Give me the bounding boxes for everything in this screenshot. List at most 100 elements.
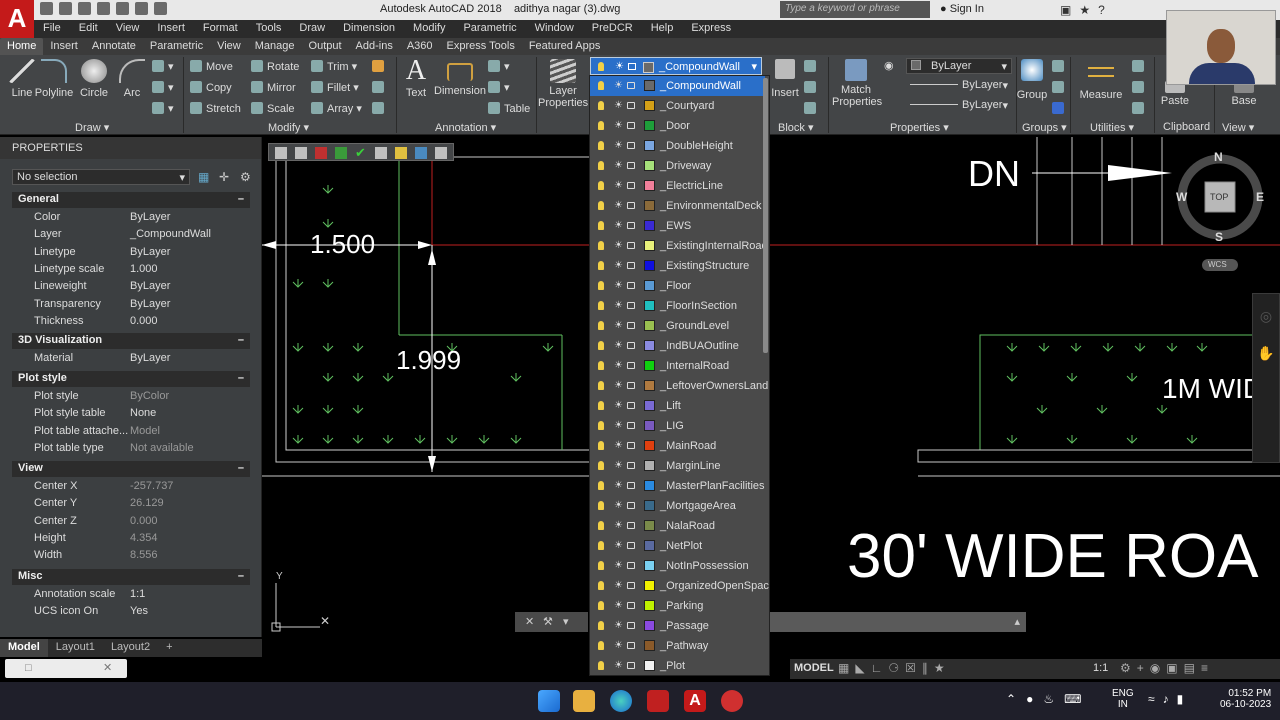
mirror-button[interactable]: Mirror bbox=[251, 81, 296, 94]
battery-icon[interactable]: ▮ bbox=[1177, 692, 1192, 706]
bulb-icon[interactable] bbox=[598, 181, 604, 190]
toolbar-icon-4[interactable] bbox=[335, 147, 347, 159]
tab-a360[interactable]: A360 bbox=[400, 38, 440, 55]
layer-item[interactable]: ☀ _MainRoad bbox=[590, 436, 765, 456]
keyboard-icon[interactable]: ⌨ bbox=[1064, 692, 1091, 706]
sun-icon[interactable]: ☀ bbox=[614, 400, 623, 411]
lock-icon[interactable] bbox=[627, 302, 635, 309]
property-row[interactable]: Thickness 0.000 bbox=[12, 315, 250, 332]
autocad-taskbar-icon[interactable]: A bbox=[684, 690, 706, 712]
properties-panel-label[interactable]: Properties ▾ bbox=[890, 121, 949, 134]
lock-icon[interactable] bbox=[627, 242, 635, 249]
bulb-icon[interactable] bbox=[598, 661, 604, 670]
bulb-icon[interactable] bbox=[598, 361, 604, 370]
layer-item[interactable]: ☀ _InternalRoad bbox=[590, 356, 765, 376]
leader-dropdown[interactable]: ▾ bbox=[488, 60, 510, 73]
lineweight-dropdown[interactable]: ByLayer ▾ bbox=[906, 98, 1012, 114]
lock-icon[interactable] bbox=[627, 442, 635, 449]
layer-item[interactable]: ☀ _GroundLevel bbox=[590, 316, 765, 336]
view-panel-label[interactable]: View ▾ bbox=[1222, 121, 1254, 134]
lock-icon[interactable] bbox=[627, 482, 635, 489]
sun-icon[interactable]: ☀ bbox=[614, 80, 623, 91]
property-row[interactable]: Material ByLayer bbox=[12, 352, 250, 369]
lock-icon[interactable] bbox=[627, 382, 635, 389]
tab-layout2[interactable]: Layout2 bbox=[103, 639, 158, 657]
layer-item[interactable]: ☀ _EWS bbox=[590, 216, 765, 236]
property-row[interactable]: Center Z 0.000 bbox=[12, 515, 250, 532]
isolate-icon[interactable]: ◉ bbox=[1150, 661, 1166, 675]
bulb-icon[interactable] bbox=[598, 541, 604, 550]
sun-icon[interactable]: ☀ bbox=[614, 120, 623, 131]
group-edit-button[interactable] bbox=[1052, 81, 1068, 94]
navigation-bar[interactable]: ◎ ✋ bbox=[1252, 293, 1280, 463]
bulb-icon[interactable] bbox=[598, 521, 604, 530]
customize-icon[interactable]: ⚒ bbox=[543, 615, 553, 628]
chevron-up-icon[interactable]: ▴ bbox=[1014, 615, 1020, 628]
layer-item[interactable]: ☀ _NotInPossession bbox=[590, 556, 765, 576]
rectangle-dropdown[interactable]: ▾ bbox=[152, 60, 174, 73]
open-icon[interactable] bbox=[59, 2, 72, 15]
section-3d-visualization[interactable]: 3D Visualization – bbox=[12, 333, 250, 349]
menu-edit[interactable]: Edit bbox=[70, 20, 107, 38]
property-row[interactable]: Color ByLayer bbox=[12, 211, 250, 228]
bulb-icon[interactable] bbox=[598, 321, 604, 330]
create-block-button[interactable] bbox=[804, 60, 820, 73]
property-row[interactable]: Plot style ByColor bbox=[12, 390, 250, 407]
layer-item[interactable]: ☀ _Parking bbox=[590, 596, 765, 616]
start-icon[interactable] bbox=[538, 690, 560, 712]
property-row[interactable]: Width 8.556 bbox=[12, 549, 250, 566]
explode-button[interactable] bbox=[372, 81, 388, 94]
lock-icon[interactable] bbox=[627, 202, 635, 209]
tab-annotate[interactable]: Annotate bbox=[85, 38, 143, 55]
polar-icon[interactable]: ⚆ bbox=[888, 661, 905, 675]
sun-icon[interactable]: ☀ bbox=[614, 360, 623, 371]
otrack-icon[interactable]: ∥ bbox=[922, 661, 934, 675]
toolbar-icon-8[interactable] bbox=[415, 147, 427, 159]
annotation-visibility-icon[interactable]: ★ bbox=[934, 661, 951, 675]
layer-item[interactable]: ☀ _Floor bbox=[590, 276, 765, 296]
layer-item[interactable]: ☀ _Lift bbox=[590, 396, 765, 416]
save-as-icon[interactable] bbox=[97, 2, 110, 15]
tab-home[interactable]: Home bbox=[0, 38, 44, 55]
sun-icon[interactable]: ☀ bbox=[614, 180, 623, 191]
layer-item[interactable]: ☀ _Passage bbox=[590, 616, 765, 636]
sun-icon[interactable]: ☀ bbox=[614, 500, 623, 511]
sun-icon[interactable]: ☀ bbox=[614, 560, 623, 571]
move-button[interactable]: Move bbox=[190, 60, 233, 73]
lock-icon[interactable] bbox=[627, 602, 635, 609]
property-row[interactable]: Layer _CompoundWall bbox=[12, 228, 250, 245]
sun-icon[interactable]: ☀ bbox=[614, 280, 623, 291]
section-view[interactable]: View – bbox=[12, 461, 250, 477]
menu-window[interactable]: Window bbox=[526, 20, 583, 38]
menu-help[interactable]: Help bbox=[642, 20, 683, 38]
annotation-panel-label[interactable]: Annotation ▾ bbox=[435, 121, 496, 134]
sun-icon[interactable]: ☀ bbox=[614, 200, 623, 211]
layer-dropdown[interactable]: ☀ _CompoundWall ▾ bbox=[590, 57, 762, 75]
help-icon[interactable]: ? bbox=[1098, 3, 1113, 17]
layer-item[interactable]: ☀ _FloorInSection bbox=[590, 296, 765, 316]
recorder-icon[interactable] bbox=[721, 690, 743, 712]
toolbar-icon-6[interactable] bbox=[375, 147, 387, 159]
sun-icon[interactable]: ☀ bbox=[614, 580, 623, 591]
color-dropdown[interactable]: ByLayer ▾ bbox=[906, 58, 1012, 74]
recent-commands-icon[interactable]: ▾ bbox=[563, 615, 569, 628]
command-input[interactable]: ▴ bbox=[770, 612, 1026, 632]
property-row[interactable]: Center X -257.737 bbox=[12, 480, 250, 497]
sun-icon[interactable]: ☀ bbox=[614, 140, 623, 151]
lock-icon[interactable] bbox=[627, 122, 635, 129]
layer-item[interactable]: ☀ _Plot bbox=[590, 656, 765, 675]
check-icon[interactable]: ✔ bbox=[355, 145, 366, 161]
sun-icon[interactable]: ☀ bbox=[614, 540, 623, 551]
layer-item[interactable]: ☀ _MarginLine bbox=[590, 456, 765, 476]
sun-icon[interactable]: ☀ bbox=[614, 520, 623, 531]
rotate-button[interactable]: Rotate bbox=[251, 60, 299, 73]
mcafee-icon[interactable] bbox=[647, 690, 669, 712]
linetype-dropdown[interactable]: ByLayer ▾ bbox=[906, 78, 1012, 94]
layer-item[interactable]: ☀ _MortgageArea bbox=[590, 496, 765, 516]
pan-icon[interactable]: ✋ bbox=[1253, 345, 1279, 362]
layer-item[interactable]: ☀ _LIG bbox=[590, 416, 765, 436]
new-icon[interactable] bbox=[40, 2, 53, 15]
toolbar-icon-1[interactable] bbox=[275, 147, 287, 159]
layer-item[interactable]: ☀ _ExistingInternalRoad bbox=[590, 236, 768, 256]
locate-point-button[interactable] bbox=[1132, 60, 1148, 73]
